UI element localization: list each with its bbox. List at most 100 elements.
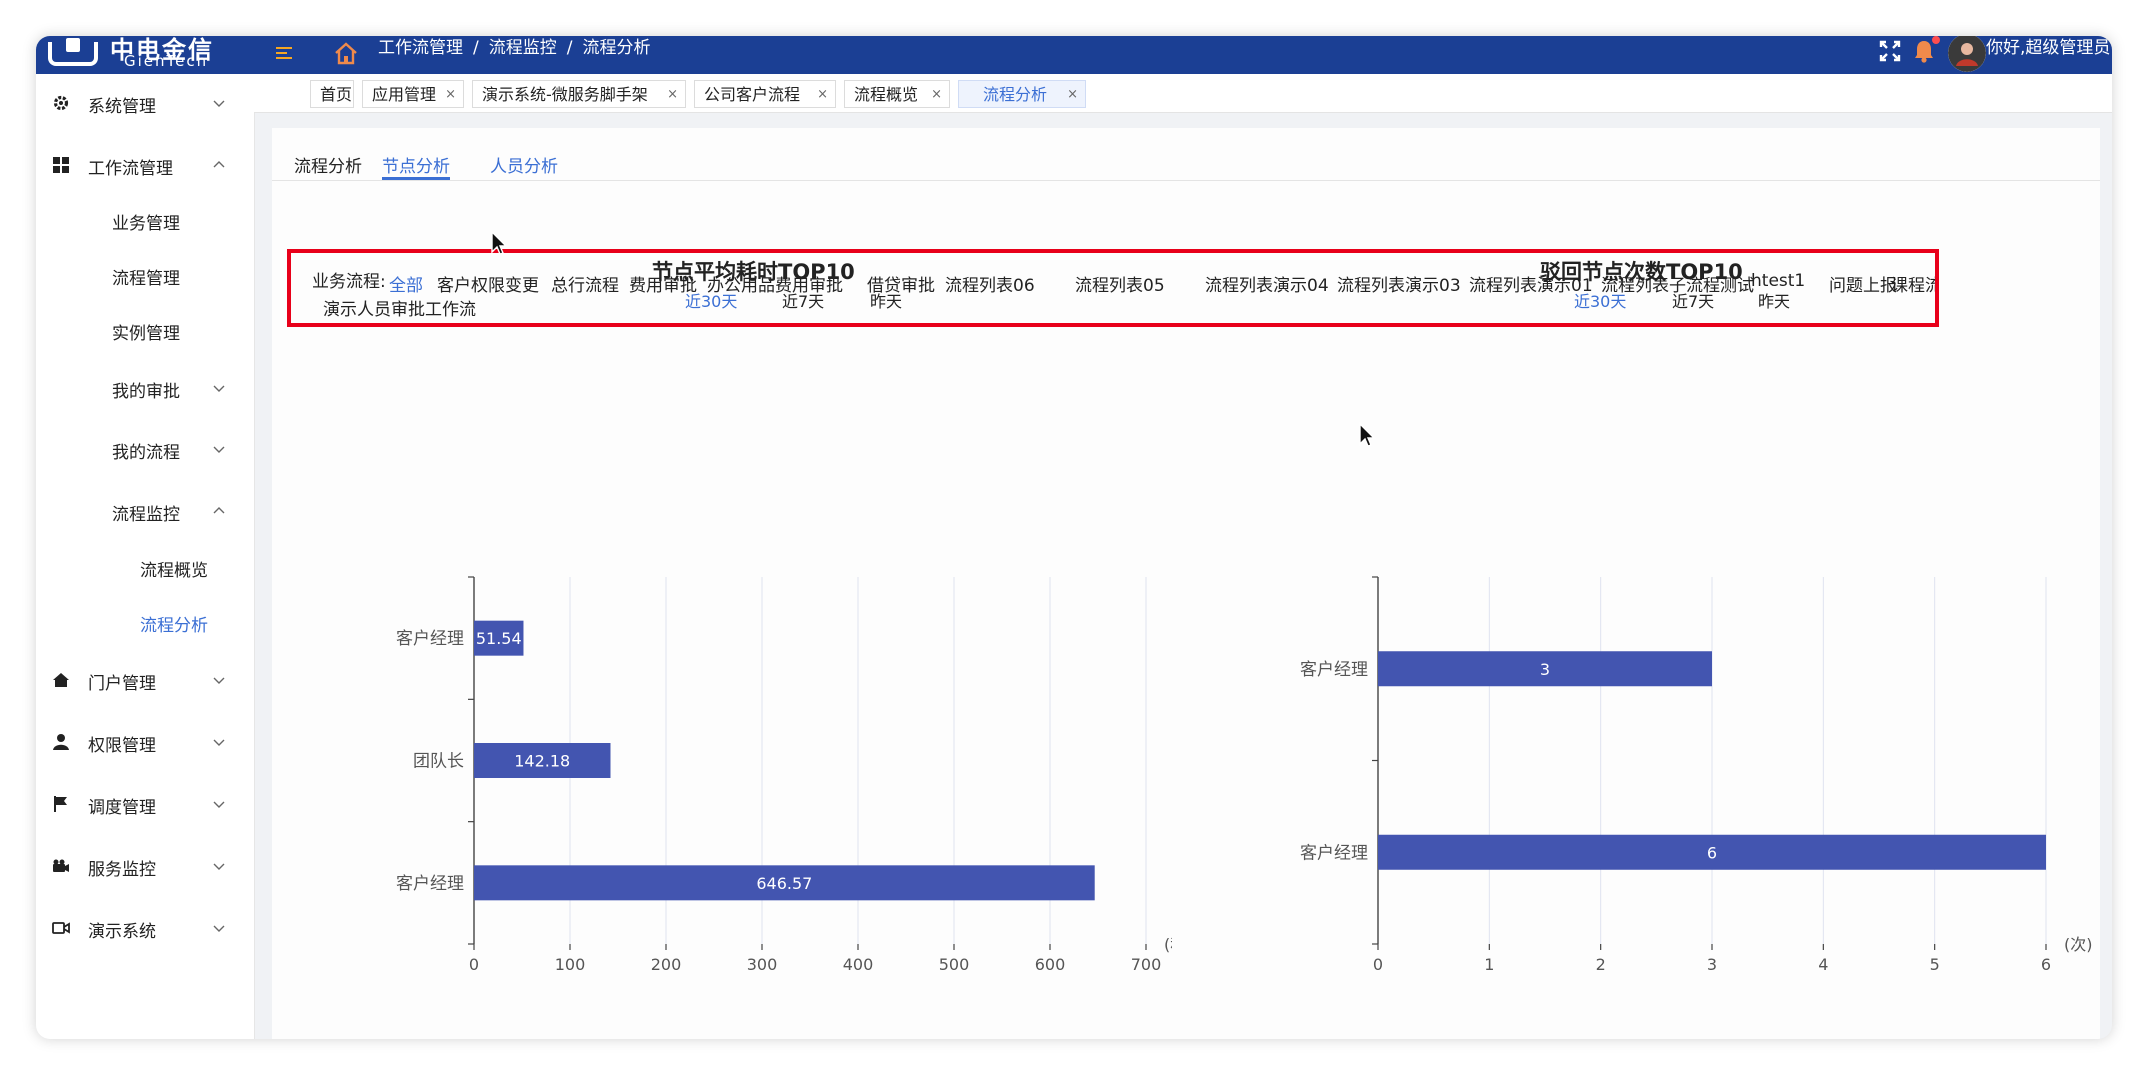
reject-count-chart: 0 1 2 3 4 5 6 3 客户经理 6 客户经理 (次)	[1300, 576, 2093, 974]
range-option-yesterday[interactable]: 昨天	[870, 288, 902, 312]
tab-label: 公司客户流程	[704, 85, 801, 104]
top-bar: 中电金信 GienTech 工作流管理 / 流程监控 / 流程分析 你好,超级管理员	[36, 36, 2112, 74]
x-tick-label: 600	[1035, 955, 1066, 974]
breadcrumb-separator: /	[473, 38, 479, 58]
fullscreen-icon[interactable]	[1878, 39, 1902, 63]
sidebar-item-instance[interactable]: 实例管理	[36, 310, 254, 350]
grid-icon	[52, 156, 70, 174]
filter-option[interactable]: 流程列表演示04	[1205, 271, 1329, 296]
x-unit-label: (秒)	[1164, 935, 1172, 954]
sidebar-item-system[interactable]: 系统管理	[36, 83, 254, 123]
avatar[interactable]	[1948, 36, 1986, 72]
sidebar-item-label: 服务监控	[88, 860, 156, 880]
sidebar-item-demo[interactable]: 演示系统	[36, 908, 254, 948]
filter-option[interactable]: 流程列表05	[1075, 271, 1165, 296]
user-icon	[52, 733, 70, 751]
y-category-label: 团队长	[413, 752, 464, 772]
close-icon[interactable]: ×	[667, 81, 678, 108]
x-tick-label: 400	[843, 955, 874, 974]
avg-duration-chart: 0 100 200 300 400 500 600 700 51.54 客户经理 142.18 团队长…	[396, 576, 1172, 974]
video-icon	[52, 919, 70, 937]
sidebar-item-workflow[interactable]: 工作流管理	[36, 145, 254, 185]
home-icon[interactable]	[332, 39, 362, 69]
tab-process-overview[interactable]: 流程概览 ×	[844, 80, 950, 108]
sidebar-item-overview[interactable]: 流程概览	[36, 547, 254, 587]
sidebar-item-schedule[interactable]: 调度管理	[36, 784, 254, 824]
range-option-7d[interactable]: 近7天	[1672, 288, 1714, 312]
bar-data-label: 6	[1707, 843, 1717, 862]
chevron-up-icon	[212, 503, 226, 517]
chevron-down-icon	[212, 672, 226, 686]
menu-toggle-icon[interactable]	[272, 42, 296, 66]
range-option-30d[interactable]: 近30天	[685, 288, 737, 312]
bar-data-label: 51.54	[476, 629, 522, 648]
tab-node-analysis[interactable]: 节点分析	[382, 152, 450, 177]
tab-label: 首页	[320, 85, 353, 104]
filter-option[interactable]: 全部	[389, 271, 423, 296]
x-unit-label: (次)	[2064, 935, 2093, 954]
tab-person-analysis[interactable]: 人员分析	[490, 152, 558, 177]
close-icon[interactable]: ×	[931, 81, 942, 108]
close-icon[interactable]: ×	[1067, 81, 1078, 108]
tab-label: 流程概览	[854, 85, 919, 104]
x-tick-label: 300	[747, 955, 778, 974]
filter-option[interactable]: 流程列表06	[945, 271, 1035, 296]
logo-text-en: GienTech	[124, 52, 209, 70]
sidebar-item-label: 系统管理	[88, 97, 156, 117]
active-tab-indicator	[382, 177, 450, 180]
mouse-cursor-icon	[491, 230, 508, 255]
bar-data-label: 142.18	[514, 752, 570, 771]
range-option-7d[interactable]: 近7天	[782, 288, 824, 312]
filter-option[interactable]: 问题上报	[1829, 271, 1897, 296]
filter-option[interactable]: 流程列表演示03	[1337, 271, 1461, 296]
breadcrumb: 工作流管理 / 流程监控 / 流程分析	[378, 36, 650, 74]
bar-data-label: 3	[1540, 660, 1550, 679]
sidebar-item-label: 权限管理	[88, 736, 156, 756]
sidebar-item-business[interactable]: 业务管理	[36, 200, 254, 240]
sidebar-item-analysis[interactable]: 流程分析	[36, 602, 254, 642]
bar-data-label: 646.57	[756, 874, 812, 893]
tab-customer-process[interactable]: 公司客户流程 ×	[694, 80, 836, 108]
sidebar: 系统管理 工作流管理 业务管理 流程管理 实例管理 我的审批 我的流程 流程监控	[36, 74, 255, 1039]
tab-demo-system[interactable]: 演示系统-微服务脚手架 ×	[472, 80, 686, 108]
filter-option[interactable]: 总行流程	[551, 271, 619, 296]
sidebar-item-label: 流程分析	[140, 616, 208, 636]
sidebar-item-permission[interactable]: 权限管理	[36, 722, 254, 762]
tab-process-analysis[interactable]: 流程分析 ×	[958, 80, 1086, 108]
close-icon[interactable]: ×	[445, 81, 456, 108]
x-tick-label: 4	[1818, 955, 1828, 974]
tab-home[interactable]: 首页	[310, 80, 354, 108]
x-tick-label: 0	[1373, 955, 1383, 974]
app-window: 中电金信 GienTech 工作流管理 / 流程监控 / 流程分析 你好,超级管理员 系…	[36, 36, 2112, 1039]
filter-option[interactable]: 演示人员审批工作流	[323, 295, 476, 320]
sidebar-item-portal[interactable]: 门户管理	[36, 660, 254, 700]
tab-app-management[interactable]: 应用管理 ×	[362, 80, 464, 108]
x-tick-label: 5	[1930, 955, 1940, 974]
range-option-yesterday[interactable]: 昨天	[1758, 288, 1790, 312]
chart-title: 节点平均耗时TOP10	[652, 260, 855, 284]
close-icon[interactable]: ×	[817, 81, 828, 108]
sidebar-item-label: 工作流管理	[88, 159, 173, 179]
analysis-tabs: 流程分析 节点分析 人员分析	[272, 128, 2100, 181]
camera-icon	[52, 857, 70, 875]
x-tick-label: 3	[1707, 955, 1717, 974]
sidebar-item-my-approval[interactable]: 我的审批	[36, 368, 254, 408]
filter-option[interactable]: 客户权限变更	[437, 271, 539, 296]
breadcrumb-item[interactable]: 流程监控	[489, 38, 557, 58]
chevron-up-icon	[212, 157, 226, 171]
sidebar-item-service-monitor[interactable]: 服务监控	[36, 846, 254, 886]
tab-process-analysis[interactable]: 流程分析	[294, 152, 362, 177]
x-tick-label: 700	[1131, 955, 1162, 974]
filter-option[interactable]: 课程流程	[1891, 271, 1935, 296]
breadcrumb-item[interactable]: 工作流管理	[378, 38, 463, 58]
sidebar-item-process[interactable]: 流程管理	[36, 255, 254, 295]
tab-label: 流程分析	[983, 85, 1048, 104]
user-greeting[interactable]: 你好,超级管理员	[1986, 36, 2112, 60]
tab-label: 演示系统-微服务脚手架	[482, 85, 648, 104]
sidebar-item-monitor[interactable]: 流程监控	[36, 491, 254, 531]
sidebar-item-label: 实例管理	[112, 324, 180, 344]
sidebar-item-my-process[interactable]: 我的流程	[36, 429, 254, 469]
sidebar-item-label: 流程管理	[112, 269, 180, 289]
breadcrumb-separator: /	[566, 38, 573, 58]
range-option-30d[interactable]: 近30天	[1574, 288, 1626, 312]
